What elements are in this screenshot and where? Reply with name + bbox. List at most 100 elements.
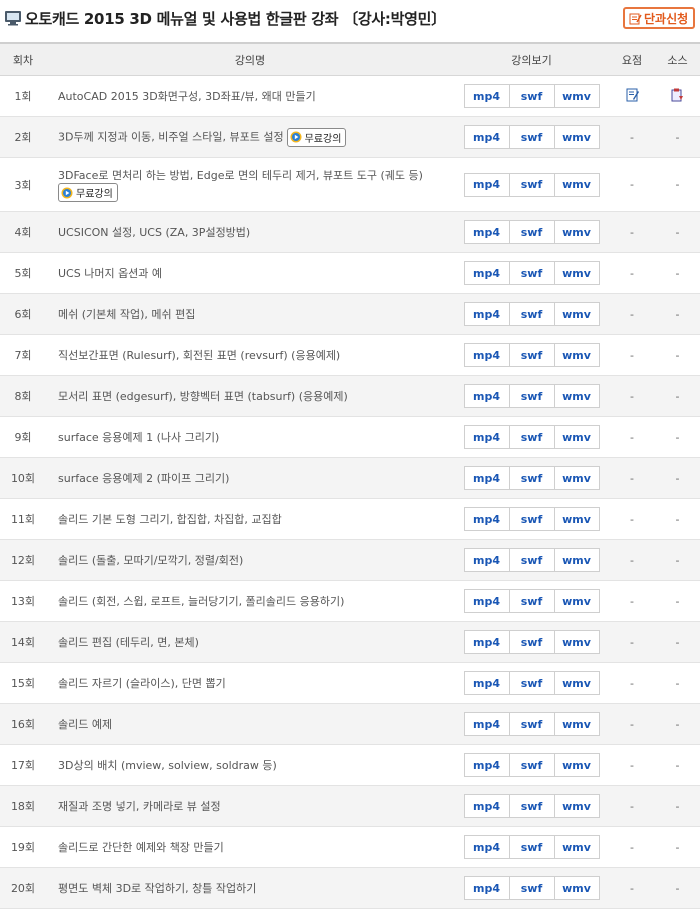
row-title-cell: 메쉬 (기본체 작업), 메쉬 편집 bbox=[46, 293, 454, 335]
lecture-title[interactable]: 솔리드 (회전, 스윕, 로프트, 늘러당기기, 폴리솔리드 응용하기) bbox=[58, 595, 344, 608]
mp4-button[interactable]: mp4 bbox=[465, 126, 509, 148]
swf-button[interactable]: swf bbox=[508, 221, 554, 243]
wmv-button[interactable]: wmv bbox=[553, 221, 599, 243]
source-cell: - bbox=[655, 416, 700, 458]
mp4-button[interactable]: mp4 bbox=[465, 344, 509, 366]
lecture-title[interactable]: 솔리드 예제 bbox=[58, 718, 112, 731]
wmv-button[interactable]: wmv bbox=[553, 467, 599, 489]
format-buttons: mp4 swf wmv bbox=[463, 384, 600, 408]
mp4-button[interactable]: mp4 bbox=[465, 85, 509, 107]
lecture-title[interactable]: 솔리드 (돌출, 모따기/모깍기, 정렬/회전) bbox=[58, 554, 243, 567]
row-number: 11회 bbox=[0, 498, 46, 540]
source-dash: - bbox=[675, 471, 680, 485]
mp4-button[interactable]: mp4 bbox=[465, 221, 509, 243]
wmv-button[interactable]: wmv bbox=[553, 385, 599, 407]
download-icon[interactable] bbox=[671, 88, 684, 102]
wmv-button[interactable]: wmv bbox=[553, 344, 599, 366]
mp4-button[interactable]: mp4 bbox=[465, 385, 509, 407]
lecture-title[interactable]: 직선보간표면 (Rulesurf), 회전된 표면 (revsurf) (응용예… bbox=[58, 349, 340, 362]
swf-button[interactable]: swf bbox=[508, 173, 554, 196]
mp4-button[interactable]: mp4 bbox=[465, 672, 509, 694]
lecture-title[interactable]: 메쉬 (기본체 작업), 메쉬 편집 bbox=[58, 308, 195, 321]
mp4-button[interactable]: mp4 bbox=[465, 174, 509, 196]
mp4-button[interactable]: mp4 bbox=[465, 303, 509, 325]
wmv-button[interactable]: wmv bbox=[553, 713, 599, 735]
lecture-title[interactable]: 재질과 조명 넣기, 카메라로 뷰 설정 bbox=[58, 800, 221, 813]
wmv-button[interactable]: wmv bbox=[553, 85, 599, 107]
swf-button[interactable]: swf bbox=[508, 467, 554, 489]
swf-button[interactable]: swf bbox=[508, 262, 554, 284]
mp4-button[interactable]: mp4 bbox=[465, 262, 509, 284]
swf-button[interactable]: swf bbox=[508, 590, 554, 612]
wmv-button[interactable]: wmv bbox=[553, 303, 599, 325]
lecture-title[interactable]: 솔리드 자르기 (슬라이스), 단면 뽑기 bbox=[58, 677, 226, 690]
lecture-title[interactable]: 솔리드 기본 도형 그리기, 합집합, 차집합, 교집합 bbox=[58, 513, 282, 526]
swf-button[interactable]: swf bbox=[508, 713, 554, 735]
free-lecture-badge[interactable]: 무료강의 bbox=[286, 127, 347, 147]
summary-cell: - bbox=[609, 785, 655, 827]
lecture-title[interactable]: 모서리 표면 (edgesurf), 방향벡터 표면 (tabsurf) (응용… bbox=[58, 390, 348, 403]
summary-dash: - bbox=[630, 130, 634, 144]
mp4-button[interactable]: mp4 bbox=[465, 713, 509, 735]
lecture-title[interactable]: UCSICON 설정, UCS (ZA, 3P설정방법) bbox=[58, 226, 250, 239]
mp4-button[interactable]: mp4 bbox=[465, 590, 509, 612]
lecture-title[interactable]: 3D상의 배치 (mview, solview, soldraw 등) bbox=[58, 759, 277, 772]
wmv-button[interactable]: wmv bbox=[553, 508, 599, 530]
mp4-button[interactable]: mp4 bbox=[465, 508, 509, 530]
wmv-button[interactable]: wmv bbox=[553, 426, 599, 448]
swf-button[interactable]: swf bbox=[508, 631, 554, 653]
swf-button[interactable]: swf bbox=[508, 795, 554, 817]
table-row: 6회 메쉬 (기본체 작업), 메쉬 편집 mp4 swf wmv - - bbox=[0, 293, 700, 335]
format-cell: mp4 swf wmv bbox=[454, 867, 609, 909]
mp4-button[interactable]: mp4 bbox=[465, 631, 509, 653]
wmv-button[interactable]: wmv bbox=[553, 672, 599, 694]
lecture-title[interactable]: 솔리드로 간단한 예제와 책장 만들기 bbox=[58, 841, 224, 854]
swf-button[interactable]: swf bbox=[508, 672, 554, 694]
wmv-button[interactable]: wmv bbox=[553, 126, 599, 148]
swf-button[interactable]: swf bbox=[508, 126, 554, 148]
wmv-button[interactable]: wmv bbox=[553, 173, 599, 196]
swf-button[interactable]: swf bbox=[508, 385, 554, 407]
swf-button[interactable]: swf bbox=[508, 836, 554, 858]
source-cell: - bbox=[655, 334, 700, 376]
swf-button[interactable]: swf bbox=[508, 303, 554, 325]
lecture-title[interactable]: surface 응용예제 2 (파이프 그리기) bbox=[58, 472, 229, 485]
apply-course-button[interactable]: 단과신청 bbox=[623, 7, 695, 29]
wmv-button[interactable]: wmv bbox=[553, 549, 599, 571]
mp4-button[interactable]: mp4 bbox=[465, 795, 509, 817]
swf-button[interactable]: swf bbox=[508, 549, 554, 571]
wmv-button[interactable]: wmv bbox=[553, 754, 599, 776]
free-lecture-badge[interactable]: 무료강의 bbox=[58, 183, 118, 202]
lecture-title[interactable]: 3DFace로 면처리 하는 방법, Edge로 면의 테두리 제거, 뷰포트 … bbox=[58, 167, 454, 183]
swf-button[interactable]: swf bbox=[508, 508, 554, 530]
memo-icon[interactable] bbox=[626, 88, 639, 102]
mp4-button[interactable]: mp4 bbox=[465, 754, 509, 776]
swf-button[interactable]: swf bbox=[508, 344, 554, 366]
wmv-button[interactable]: wmv bbox=[553, 590, 599, 612]
lecture-title[interactable]: 솔리드 편집 (테두리, 면, 본체) bbox=[58, 636, 199, 649]
lecture-title[interactable]: surface 응용예제 1 (나사 그리기) bbox=[58, 431, 219, 444]
wmv-button[interactable]: wmv bbox=[553, 836, 599, 858]
format-cell: mp4 swf wmv bbox=[454, 826, 609, 868]
lecture-title[interactable]: 평면도 벽체 3D로 작업하기, 창틀 작업하기 bbox=[58, 882, 256, 895]
row-title-cell: 재질과 조명 넣기, 카메라로 뷰 설정 bbox=[46, 785, 454, 827]
wmv-button[interactable]: wmv bbox=[553, 631, 599, 653]
mp4-button[interactable]: mp4 bbox=[465, 426, 509, 448]
summary-dash: - bbox=[630, 307, 634, 321]
mp4-button[interactable]: mp4 bbox=[465, 549, 509, 571]
lecture-title[interactable]: AutoCAD 2015 3D화면구성, 3D좌표/뷰, 왜대 만들기 bbox=[58, 90, 316, 103]
mp4-button[interactable]: mp4 bbox=[465, 467, 509, 489]
lecture-title[interactable]: UCS 나머지 옵션과 예 bbox=[58, 267, 162, 280]
wmv-button[interactable]: wmv bbox=[553, 795, 599, 817]
swf-button[interactable]: swf bbox=[508, 85, 554, 107]
swf-button[interactable]: swf bbox=[508, 754, 554, 776]
page-header: 오토캐드 2015 3D 메뉴얼 및 사용법 한글판 강좌 〔강사:박영민〕 단… bbox=[0, 0, 700, 36]
row-number: 9회 bbox=[0, 416, 46, 458]
wmv-button[interactable]: wmv bbox=[553, 262, 599, 284]
table-header-row: 회차 강의명 강의보기 요점 소스 bbox=[0, 42, 700, 76]
mp4-button[interactable]: mp4 bbox=[465, 836, 509, 858]
swf-button[interactable]: swf bbox=[508, 426, 554, 448]
lecture-title[interactable]: 3D두께 지정과 이동, 비주얼 스타일, 뷰포트 설정 bbox=[58, 130, 284, 143]
source-dash: - bbox=[675, 717, 680, 731]
row-title-cell: 3D두께 지정과 이동, 비주얼 스타일, 뷰포트 설정 무료강의 bbox=[46, 116, 454, 158]
